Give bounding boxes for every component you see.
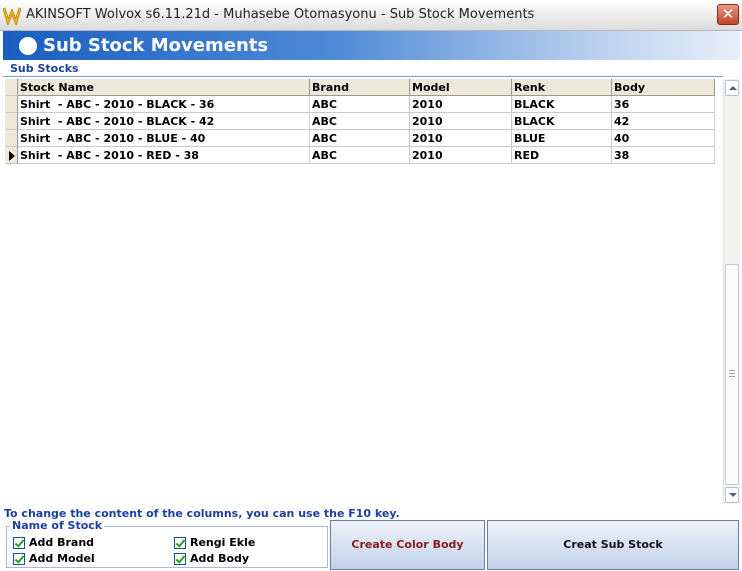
column-header-stock-name[interactable]: Stock Name [18,79,310,96]
grid-header-row: Stock Name Brand Model Renk Body [5,79,715,96]
cell-renk[interactable]: RED [512,147,612,164]
akinsoft-w-logo-icon [3,7,21,25]
checkmark-icon[interactable] [174,553,186,565]
main-window: AKINSOFT Wolvox s6.11.21d - Muhasebe Oto… [0,0,742,571]
cell-body[interactable]: 36 [612,96,715,113]
title-bar[interactable]: AKINSOFT Wolvox s6.11.21d - Muhasebe Oto… [0,0,742,31]
cell-stock-name[interactable]: Shirt - ABC - 2010 - BLACK - 36 [18,96,310,113]
header-indicator-cell [5,79,18,96]
rengi-ekle-label[interactable]: Rengi Ekle [190,536,255,549]
name-of-stock-legend: Name of Stock [10,519,105,532]
cell-stock-name[interactable]: Shirt - ABC - 2010 - BLACK - 42 [18,113,310,130]
cell-body[interactable]: 42 [612,113,715,130]
scrollbar-thumb[interactable] [725,264,739,485]
scroll-up-button[interactable] [725,80,739,96]
column-header-renk[interactable]: Renk [512,79,612,96]
page-title: Sub Stock Movements [43,35,269,56]
checkmark-icon[interactable] [13,553,25,565]
checkmark-icon[interactable] [174,537,186,549]
row-pointer-icon [9,151,15,161]
row-indicator[interactable] [5,130,18,147]
white-circle-icon [19,37,37,55]
row-indicator[interactable] [5,113,18,130]
scroll-up-icon [729,86,737,90]
cell-stock-name[interactable]: Shirt - ABC - 2010 - BLUE - 40 [18,130,310,147]
checkmark-icon[interactable] [13,537,25,549]
cell-brand[interactable]: ABC [310,113,410,130]
cell-body[interactable]: 40 [612,130,715,147]
cell-renk[interactable]: BLUE [512,130,612,147]
table-row[interactable]: Shirt - ABC - 2010 - BLUE - 40 ABC 2010 … [5,130,715,147]
table-row[interactable]: Shirt - ABC - 2010 - BLACK - 42 ABC 2010… [5,113,715,130]
add-model-label[interactable]: Add Model [29,552,95,565]
cell-model[interactable]: 2010 [410,130,512,147]
vertical-scrollbar[interactable] [723,79,740,504]
close-icon[interactable]: ✕ [722,5,735,23]
cell-body[interactable]: 38 [612,147,715,164]
add-brand-label[interactable]: Add Brand [29,536,94,549]
cell-brand[interactable]: ABC [310,96,410,113]
cell-model[interactable]: 2010 [410,113,512,130]
row-indicator[interactable] [5,96,18,113]
add-body-label[interactable]: Add Body [190,552,249,565]
page-header: Sub Stock Movements [3,31,740,60]
row-indicator[interactable] [5,147,18,164]
scroll-down-icon [729,493,737,497]
column-header-brand[interactable]: Brand [310,79,410,96]
cell-renk[interactable]: BLACK [512,113,612,130]
column-header-body[interactable]: Body [612,79,715,96]
sub-stocks-grid[interactable]: Stock Name Brand Model Renk Body Shirt -… [5,79,715,504]
cell-renk[interactable]: BLACK [512,96,612,113]
cell-model[interactable]: 2010 [410,96,512,113]
cell-brand[interactable]: ABC [310,147,410,164]
cell-brand[interactable]: ABC [310,130,410,147]
scrollbar-grip-icon [729,370,735,378]
window-title: AKINSOFT Wolvox s6.11.21d - Muhasebe Oto… [26,7,535,22]
sub-stocks-label: Sub Stocks [10,62,79,75]
table-row[interactable]: Shirt - ABC - 2010 - BLACK - 36 ABC 2010… [5,96,715,113]
close-button[interactable]: ✕ [717,4,739,25]
section-divider [3,76,723,77]
column-header-model[interactable]: Model [410,79,512,96]
create-color-body-button[interactable]: Create Color Body [330,520,485,570]
creat-sub-stock-button[interactable]: Creat Sub Stock [487,520,739,570]
table-row-current[interactable]: Shirt - ABC - 2010 - RED - 38 ABC 2010 R… [5,147,715,164]
cell-model[interactable]: 2010 [410,147,512,164]
scroll-down-button[interactable] [725,487,739,503]
cell-stock-name[interactable]: Shirt - ABC - 2010 - RED - 38 [18,147,310,164]
